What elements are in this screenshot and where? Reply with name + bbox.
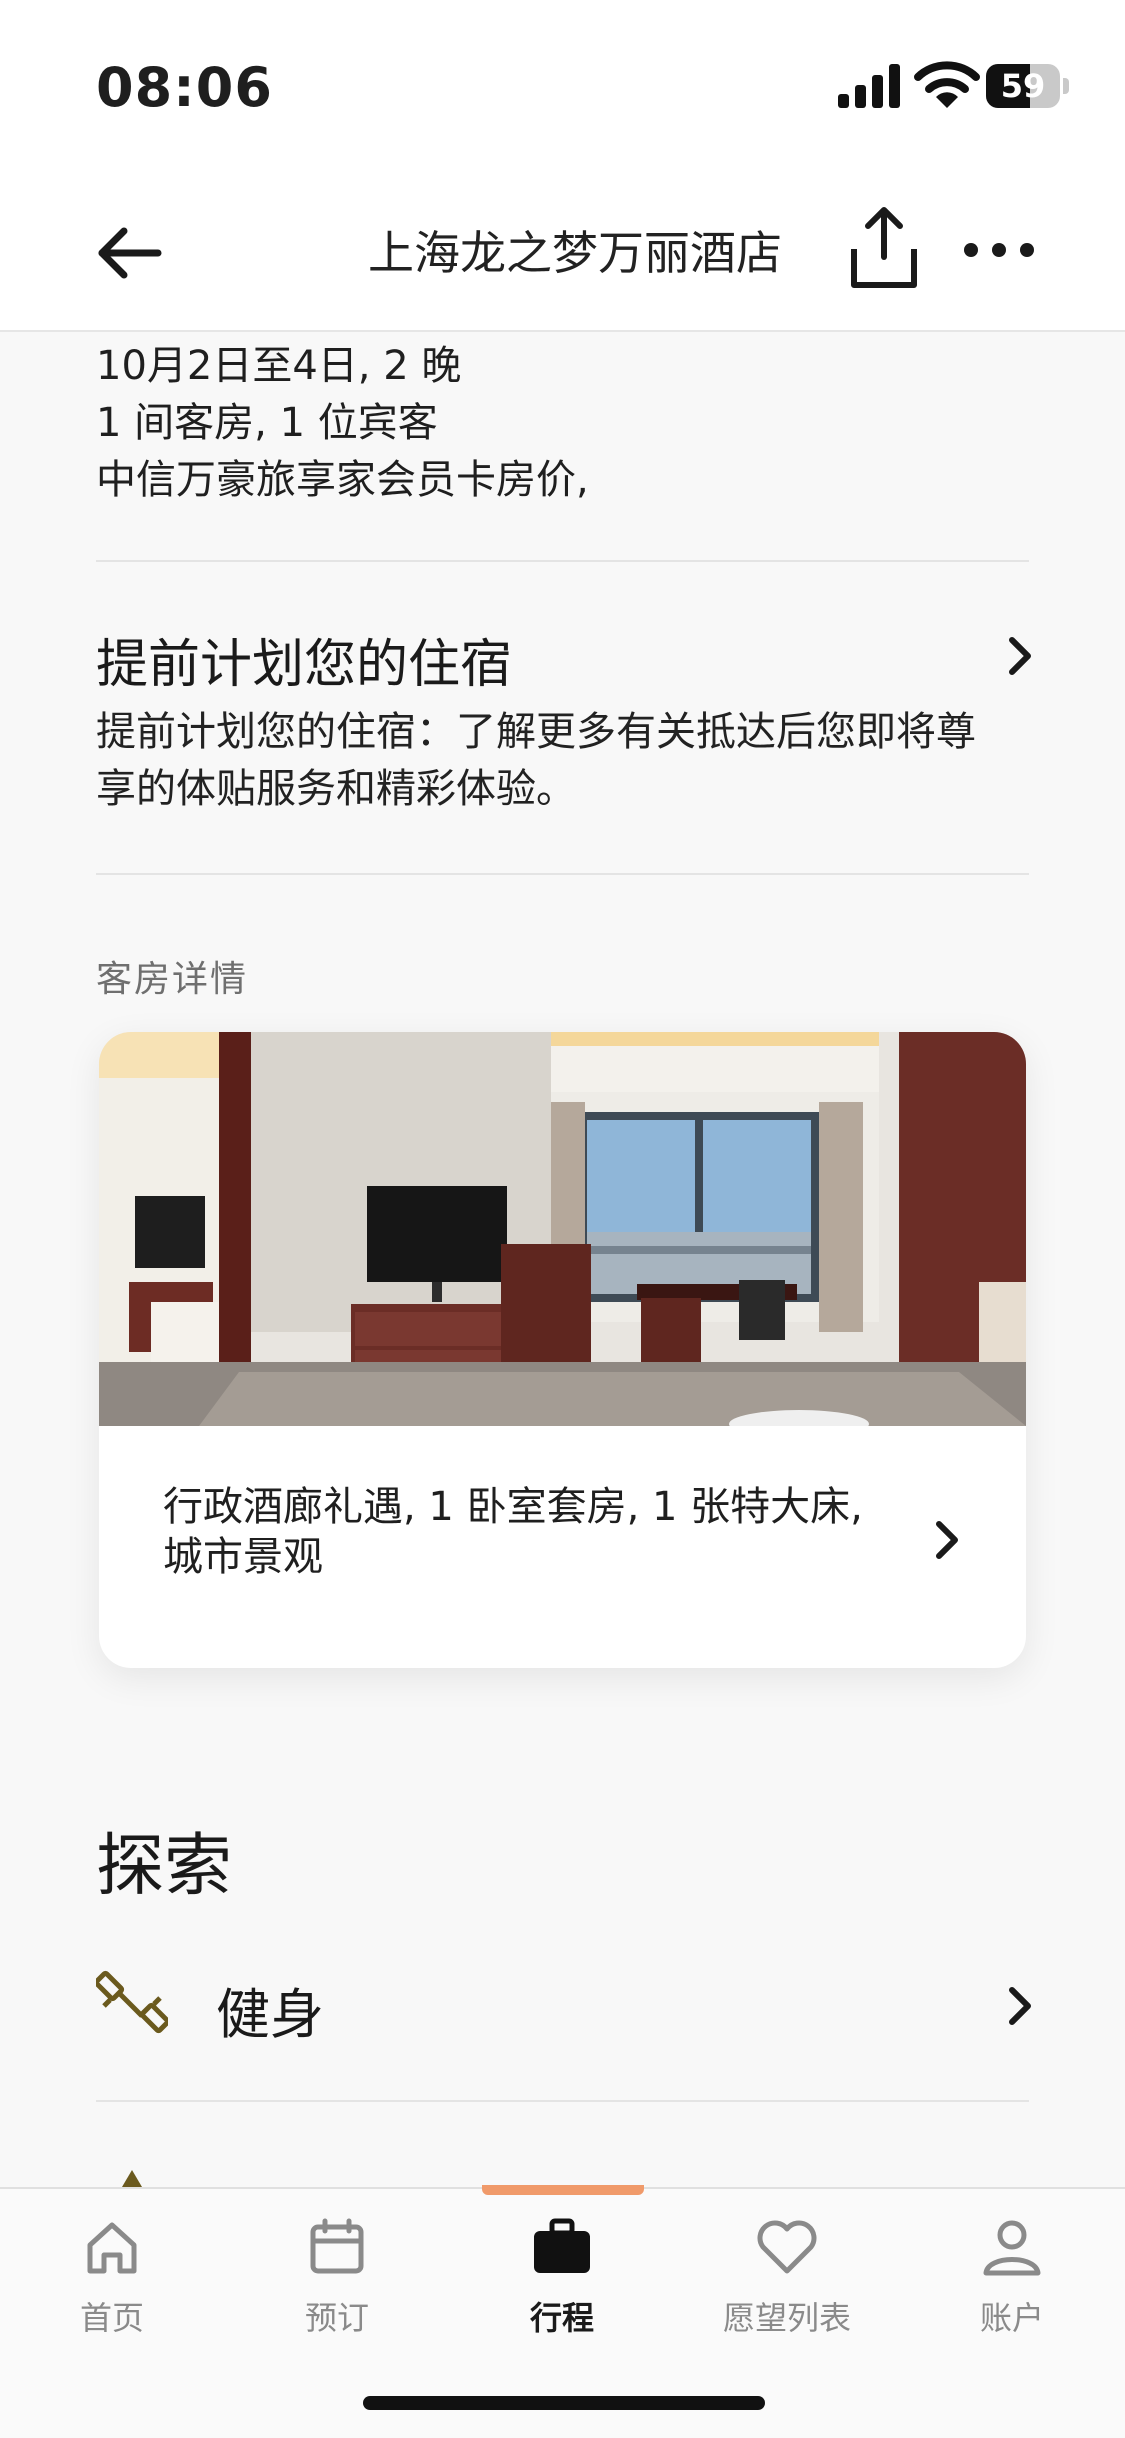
room-card[interactable]: 行政酒廊礼遇, 1 卧室套房, 1 张特大床, 城市景观 xyxy=(99,1032,1026,1668)
navigation-bar: 上海龙之梦万丽酒店 xyxy=(0,175,1125,332)
tab-label: 愿望列表 xyxy=(722,2299,851,2337)
room-section-label: 客房详情 xyxy=(96,959,249,1000)
tab-home[interactable]: 首页 xyxy=(12,2215,212,2345)
cellular-signal-icon xyxy=(838,64,900,108)
chevron-right-icon xyxy=(1009,637,1031,675)
calendar-icon xyxy=(310,2218,364,2274)
tab-trips[interactable]: 行程 xyxy=(462,2215,662,2345)
battery-level: 59 xyxy=(1000,67,1046,105)
stay-guests: 1 间客房, 1 位宾客 xyxy=(96,400,438,446)
home-indicator[interactable] xyxy=(363,2396,765,2410)
suitcase-icon xyxy=(534,2218,590,2273)
plan-stay-title: 提前计划您的住宿 xyxy=(96,635,513,695)
divider xyxy=(96,873,1029,875)
tab-account[interactable]: 账户 xyxy=(912,2215,1112,2345)
tab-wishlist[interactable]: 愿望列表 xyxy=(687,2215,887,2345)
page-title: 上海龙之梦万丽酒店 xyxy=(368,226,782,280)
battery-icon: 59 xyxy=(986,64,1070,110)
wifi-icon xyxy=(914,61,980,108)
divider xyxy=(96,2100,1029,2102)
person-icon xyxy=(983,2220,1041,2276)
active-tab-indicator xyxy=(482,2185,644,2195)
more-options-icon[interactable] xyxy=(962,225,1036,275)
tab-label: 首页 xyxy=(79,2299,144,2337)
stay-dates: 10月2日至4日, 2 晚 xyxy=(96,343,462,389)
explore-title: 探索 xyxy=(96,1827,233,1906)
home-icon xyxy=(87,2222,137,2274)
room-description: 行政酒廊礼遇, 1 卧室套房, 1 张特大床, 城市景观 xyxy=(163,1484,863,1580)
status-time: 08:06 xyxy=(96,56,273,119)
stay-summary: 10月2日至4日, 2 晚 1 间客房, 1 位宾客 中信万豪旅享家会员卡房价, xyxy=(96,338,589,509)
divider xyxy=(96,560,1029,562)
status-bar: 08:06 59 xyxy=(0,0,1125,175)
share-icon[interactable] xyxy=(848,205,920,291)
heart-icon xyxy=(757,2220,817,2274)
chevron-right-icon xyxy=(936,1521,958,1559)
tab-label: 账户 xyxy=(979,2299,1044,2337)
room-photo xyxy=(99,1032,1026,1426)
dumbbell-icon xyxy=(96,1970,168,2034)
stay-rate: 中信万豪旅享家会员卡房价, xyxy=(96,457,589,503)
next-item-icon xyxy=(122,2170,142,2187)
tab-booking[interactable]: 预订 xyxy=(237,2215,437,2345)
explore-item-fitness[interactable]: 健身 xyxy=(96,1960,1031,2050)
tab-label: 行程 xyxy=(529,2299,594,2337)
back-arrow-icon[interactable] xyxy=(92,213,172,293)
fitness-label: 健身 xyxy=(216,1983,324,2046)
chevron-right-icon xyxy=(1009,1987,1031,2025)
tab-label: 预订 xyxy=(304,2299,369,2337)
plan-stay-description: 提前计划您的住宿：了解更多有关抵达后您即将尊享的体贴服务和精彩体验。 xyxy=(96,709,976,812)
